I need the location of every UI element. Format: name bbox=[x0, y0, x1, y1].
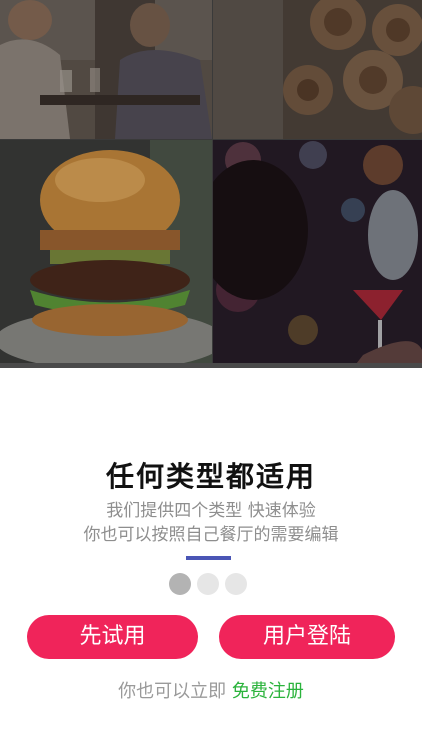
register-prompt: 你也可以立即 免费注册 bbox=[0, 677, 422, 703]
page-dot-1[interactable] bbox=[169, 573, 191, 595]
intro-subtitle-line-1: 我们提供四个类型 快速体验 bbox=[106, 501, 316, 521]
intro-headline: 任何类型都适用 bbox=[105, 460, 316, 493]
login-button[interactable]: 用户登陆 bbox=[219, 615, 395, 659]
intro-subtitle-line-2: 你也可以按照自己餐厅的需要编辑 bbox=[83, 525, 339, 545]
page-dot-3[interactable] bbox=[225, 573, 247, 595]
page-dot-2[interactable] bbox=[197, 573, 219, 595]
gallery-divider bbox=[0, 363, 422, 368]
try-button[interactable]: 先试用 bbox=[27, 615, 198, 659]
burger-photo bbox=[0, 140, 212, 368]
free-register-link[interactable]: 免费注册 bbox=[232, 681, 304, 702]
register-prompt-text: 你也可以立即 bbox=[118, 681, 227, 702]
friends-dining-photo bbox=[0, 0, 212, 139]
accent-divider bbox=[186, 556, 231, 560]
cinnamon-rolls-photo bbox=[213, 0, 422, 139]
page-indicator bbox=[169, 573, 253, 595]
cocktail-pour-photo bbox=[213, 140, 422, 368]
category-gallery bbox=[0, 0, 422, 368]
